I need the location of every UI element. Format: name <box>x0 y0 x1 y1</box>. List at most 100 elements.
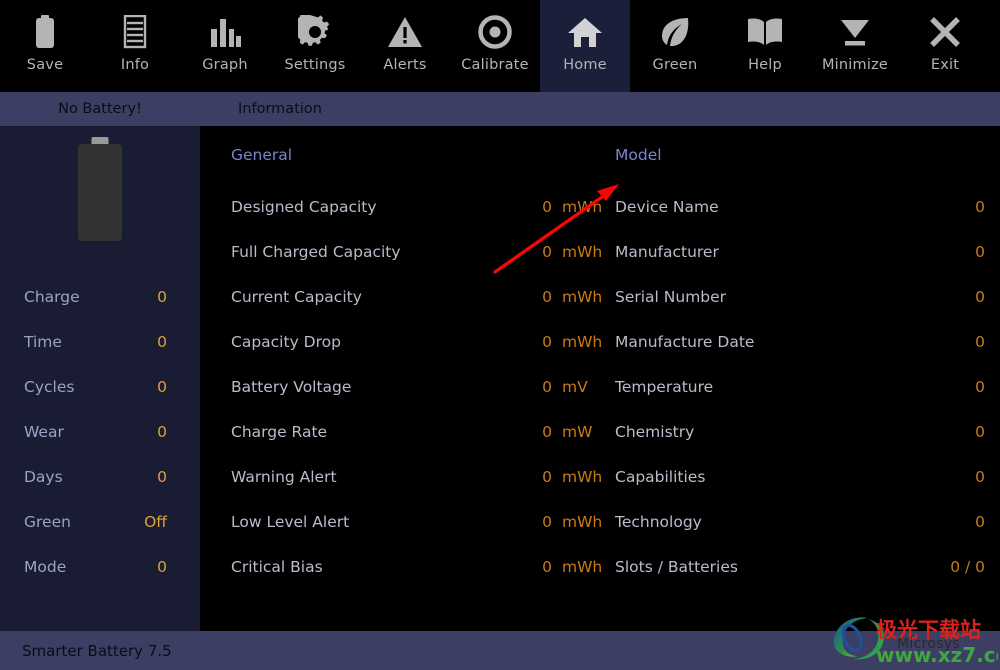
toolbar-button-alerts[interactable]: Alerts <box>360 0 450 92</box>
unit-designed-capacity: mWh <box>552 198 596 216</box>
toolbar-button-graph[interactable]: Graph <box>180 0 270 92</box>
warning-triangle-icon <box>382 11 428 53</box>
toolbar-button-calibrate[interactable]: Calibrate <box>450 0 540 92</box>
label-temperature: Temperature <box>615 378 713 396</box>
label-device-name: Device Name <box>615 198 719 216</box>
sidebar-value-cycles: 0 <box>157 378 167 396</box>
value-group-critical-bias: 0 mWh <box>542 558 596 576</box>
value-group-low-level-alert: 0 mWh <box>542 513 596 531</box>
row-manufacturer: Manufacturer 0 <box>615 229 985 274</box>
sidebar-value-mode: 0 <box>157 558 167 576</box>
value-group-designed-capacity: 0 mWh <box>542 198 596 216</box>
toolbar-button-green[interactable]: Green <box>630 0 720 92</box>
general-section: General Designed Capacity 0 mWh Full Cha… <box>231 126 596 589</box>
toolbar-label-alerts: Alerts <box>383 57 426 73</box>
row-device-name: Device Name 0 <box>615 184 985 229</box>
tab-information[interactable]: Information <box>200 92 360 126</box>
sidebar-value-green: Off <box>144 513 167 531</box>
toolbar-label-help: Help <box>748 57 782 73</box>
value-group-capacity-drop: 0 mWh <box>542 333 596 351</box>
label-serial-number: Serial Number <box>615 288 726 306</box>
toolbar-button-exit[interactable]: Exit <box>900 0 990 92</box>
value-charge-rate: 0 <box>542 423 552 441</box>
label-manufacture-date: Manufacture Date <box>615 333 754 351</box>
toolbar-button-settings[interactable]: Settings <box>270 0 360 92</box>
battery-body <box>78 144 122 241</box>
label-full-charged-capacity: Full Charged Capacity <box>231 243 401 261</box>
sidebar-label-mode: Mode <box>24 558 66 576</box>
status-bar: Smarter Battery 7.5 <box>0 631 1000 670</box>
close-x-icon <box>922 11 968 53</box>
sidebar-label-wear: Wear <box>24 423 64 441</box>
toolbar-label-calibrate: Calibrate <box>461 57 529 73</box>
target-circle-icon <box>472 11 518 53</box>
toolbar-button-help[interactable]: Help <box>720 0 810 92</box>
label-designed-capacity: Designed Capacity <box>231 198 377 216</box>
bar-chart-icon <box>202 11 248 53</box>
sidebar-value-days: 0 <box>157 468 167 486</box>
label-capacity-drop: Capacity Drop <box>231 333 341 351</box>
row-charge-rate: Charge Rate 0 mW <box>231 409 596 454</box>
toolbar-button-save[interactable]: Save <box>0 0 90 92</box>
app-title: Smarter Battery 7.5 <box>22 642 172 660</box>
row-temperature: Temperature 0 <box>615 364 985 409</box>
sidebar-battery-gauge <box>0 126 200 251</box>
value-group-battery-voltage: 0 mV <box>542 378 596 396</box>
toolbar-label-info: Info <box>121 57 149 73</box>
value-manufacture-date: 0 <box>975 333 985 351</box>
tab-bar: No Battery! Information <box>0 92 1000 126</box>
value-capabilities: 0 <box>975 468 985 486</box>
sidebar-row-cycles: Cycles 0 <box>0 364 200 409</box>
row-designed-capacity: Designed Capacity 0 mWh <box>231 184 596 229</box>
general-heading: General <box>231 126 596 184</box>
value-group-current-capacity: 0 mWh <box>542 288 596 306</box>
value-slots-batteries: 0 / 0 <box>950 558 985 576</box>
sidebar-row-days: Days 0 <box>0 454 200 499</box>
unit-battery-voltage: mV <box>552 378 596 396</box>
document-icon <box>112 11 158 53</box>
sidebar-value-charge: 0 <box>157 288 167 306</box>
toolbar-button-home[interactable]: Home <box>540 0 630 92</box>
value-group-capabilities: 0 <box>975 468 985 486</box>
empty-battery-icon <box>78 137 122 241</box>
sidebar-row-charge: Charge 0 <box>0 274 200 319</box>
value-full-charged-capacity: 0 <box>542 243 552 261</box>
toolbar-label-minimize: Minimize <box>822 57 888 73</box>
sidebar-row-time: Time 0 <box>0 319 200 364</box>
value-serial-number: 0 <box>975 288 985 306</box>
value-group-slots-batteries: 0 / 0 <box>950 558 985 576</box>
leaf-icon <box>652 11 698 53</box>
label-critical-bias: Critical Bias <box>231 558 323 576</box>
sidebar-stats-list: Charge 0 Time 0 Cycles 0 Wear 0 Days 0 G… <box>0 274 200 589</box>
value-device-name: 0 <box>975 198 985 216</box>
value-warning-alert: 0 <box>542 468 552 486</box>
value-chemistry: 0 <box>975 423 985 441</box>
sidebar-label-charge: Charge <box>24 288 80 306</box>
value-group-chemistry: 0 <box>975 423 985 441</box>
gear-icon <box>292 11 338 53</box>
battery-icon <box>22 11 68 53</box>
toolbar-button-info[interactable]: Info <box>90 0 180 92</box>
row-capacity-drop: Capacity Drop 0 mWh <box>231 319 596 364</box>
sidebar-row-wear: Wear 0 <box>0 409 200 454</box>
value-group-full-charged-capacity: 0 mWh <box>542 243 596 261</box>
sidebar-value-wear: 0 <box>157 423 167 441</box>
model-heading: Model <box>615 126 985 184</box>
toolbar-button-minimize[interactable]: Minimize <box>810 0 900 92</box>
main-toolbar: Save Info Graph Settings Alerts <box>0 0 1000 92</box>
value-designed-capacity: 0 <box>542 198 552 216</box>
value-group-manufacturer: 0 <box>975 243 985 261</box>
tab-battery-status[interactable]: No Battery! <box>0 92 200 126</box>
value-group-manufacture-date: 0 <box>975 333 985 351</box>
row-capabilities: Capabilities 0 <box>615 454 985 499</box>
model-section: Model Device Name 0 Manufacturer 0 Seria… <box>615 126 985 589</box>
sidebar-label-time: Time <box>24 333 62 351</box>
row-low-level-alert: Low Level Alert 0 mWh <box>231 499 596 544</box>
value-temperature: 0 <box>975 378 985 396</box>
book-icon <box>742 11 788 53</box>
toolbar-label-save: Save <box>27 57 63 73</box>
row-full-charged-capacity: Full Charged Capacity 0 mWh <box>231 229 596 274</box>
tab-information-label: Information <box>238 101 322 117</box>
label-manufacturer: Manufacturer <box>615 243 719 261</box>
row-warning-alert: Warning Alert 0 mWh <box>231 454 596 499</box>
